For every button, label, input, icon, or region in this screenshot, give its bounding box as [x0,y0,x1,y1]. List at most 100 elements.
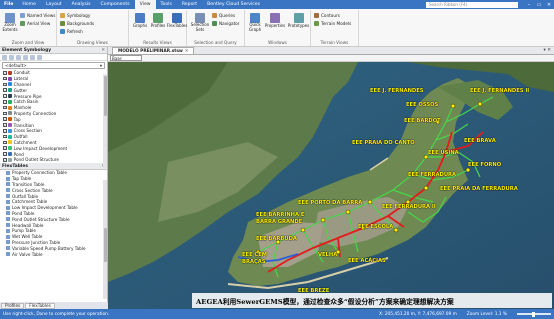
ribbon-group-label: Windows [268,40,287,45]
flextable-item-label: Cross Section Table [12,187,53,193]
named-views-button[interactable]: Named Views [20,13,55,18]
menu-components[interactable]: Components [96,0,135,9]
menu-home[interactable]: Home [17,0,41,9]
view-combo[interactable]: Base [110,55,142,61]
flextable-item-label: Tap Table [12,176,32,182]
profiles-button[interactable]: Profiles [150,13,166,28]
flextable-item[interactable]: Air Valve Table [6,251,107,257]
layer-icon [8,70,13,75]
prototypes-button[interactable]: Prototypes [287,13,310,28]
checkbox[interactable]: ✓ [3,129,7,133]
checkbox[interactable]: ✓ [3,123,7,127]
symbology-combo[interactable]: <default> ▾ [2,62,105,69]
menu-tools[interactable]: Tools [156,0,177,9]
file-menu-button[interactable]: File [0,0,17,9]
flextable-item-label: Outfall Table [12,193,39,199]
queries-button[interactable]: Queries [212,13,235,18]
symbology-item-label: Cross Section [13,128,42,134]
flextable-item-label: Wet Well Table [12,234,43,240]
move-up-icon[interactable] [23,54,28,60]
menu-analysis[interactable]: Analysis [67,0,96,9]
symbology-item-label: Catchment [13,139,37,145]
checkbox[interactable]: ✓ [3,76,7,81]
delete-icon[interactable] [9,54,14,60]
quick-graph-button[interactable]: Quick Graph [247,13,263,32]
checkbox[interactable]: ✓ [3,146,7,151]
new-icon[interactable] [2,54,7,60]
table-icon [6,176,10,181]
flextables-scrollbar[interactable] [103,180,107,299]
graphs-button[interactable]: Graphs [132,13,148,28]
flextable-item-label: Air Valve Table [12,251,43,257]
properties-button[interactable]: Properties [264,13,286,28]
maximize-button[interactable]: ▭ [534,0,544,9]
ribbon-search-input[interactable]: Search Ribbon (F4) [426,1,518,8]
map-label: EEE J. FERNANDES II [470,88,530,94]
close-button[interactable]: ✕ [544,0,554,9]
flextable-item-label: Low Impact Development Table [12,205,78,211]
element-symbology-title: Element Symbology ✕ [0,47,107,54]
menu-view[interactable]: View [134,0,156,9]
minimize-button[interactable]: – [524,0,534,9]
window-controls[interactable]: ▾ ✕ [544,48,551,53]
ribbon-group-zoom: Zoom Extents Named Views Aerial View Zoo… [0,10,57,46]
symbology-button[interactable]: Symbology [60,13,90,18]
pin-icon[interactable]: ✕ [101,48,105,53]
layer-icon [8,134,13,139]
contours-button[interactable]: Contours [314,13,340,18]
table-icon [6,217,10,222]
menu-report[interactable]: Report [177,0,202,9]
checkbox[interactable]: ✓ [3,105,7,110]
symbology-item[interactable]: ✓ Pond Outlet Structure [3,157,107,163]
symbology-icon [60,13,65,18]
map-label: EEE BARRINHA E [256,212,305,218]
checkbox[interactable]: ✓ [3,158,7,162]
checkbox[interactable]: ✓ [3,94,7,98]
main-menu: Home Layout Analysis Components View Too… [17,0,265,9]
move-down-icon[interactable] [30,54,35,60]
zoom-slider[interactable] [517,311,551,317]
checkbox[interactable]: ✓ [3,134,7,139]
refresh-button[interactable]: Refresh [60,29,83,34]
checkbox[interactable]: ✓ [3,117,7,122]
tab-flextables[interactable]: FlexTables [25,302,55,309]
terrain-models-button[interactable]: Terrain Models [314,21,351,26]
map-label: EEE J. FERNANDES [370,88,424,94]
layer-icon [8,82,13,87]
map-label: BARRA GRANDE [256,219,303,225]
edit-icon[interactable] [16,54,21,60]
menu-layout[interactable]: Layout [41,0,67,9]
close-tab-icon[interactable]: ✕ [185,49,189,54]
checkbox[interactable]: ✓ [3,152,7,156]
flextables-button[interactable]: FlexTables [167,13,187,28]
checkbox[interactable]: ✓ [3,71,7,75]
menu-bentley-cloud-services[interactable]: Bentley Cloud Services [202,0,265,9]
symbology-item-label: Pond [13,151,24,157]
map-canvas[interactable]: EEE J. FERNANDES EEE J. FERNANDES II EEE… [108,62,554,309]
layer-icon [8,105,13,110]
checkbox[interactable]: ✓ [3,82,7,87]
checkbox[interactable]: ✓ [3,111,7,116]
table-icon [6,199,10,204]
symbology-item-label: Transition [13,122,34,128]
refresh-icon[interactable] [37,54,42,60]
layer-icon [8,88,13,93]
flextable-item-label: Pump Table [12,228,37,234]
navigator-button[interactable]: Navigator [212,21,240,26]
checkbox[interactable]: ✓ [3,140,7,145]
aerial-view-button[interactable]: Aerial View [20,21,50,26]
table-icon [172,13,182,23]
ribbon-group-selection: Selection Sets Queries Navigator Selecti… [187,10,245,46]
tab-profiles[interactable]: Profiles [1,302,25,309]
checkbox[interactable]: ✓ [3,100,7,104]
table-icon [6,223,10,228]
symbology-item-label: Tap [13,116,21,122]
map-label: EEE FORNO [468,162,502,168]
selection-sets-button[interactable]: Selection Sets [190,13,210,32]
flextable-item-label: Variable Speed Pump Battery Table [12,245,86,251]
zoom-extents-button[interactable]: Zoom Extents [2,13,18,32]
symbology-scrollbar[interactable] [103,74,107,168]
backgrounds-button[interactable]: Backgrounds [60,21,94,26]
checkbox[interactable]: ✓ [3,88,7,93]
tab-modelo-preliminar[interactable]: MODELO PRELIMINAR.stsw ✕ [112,47,195,54]
